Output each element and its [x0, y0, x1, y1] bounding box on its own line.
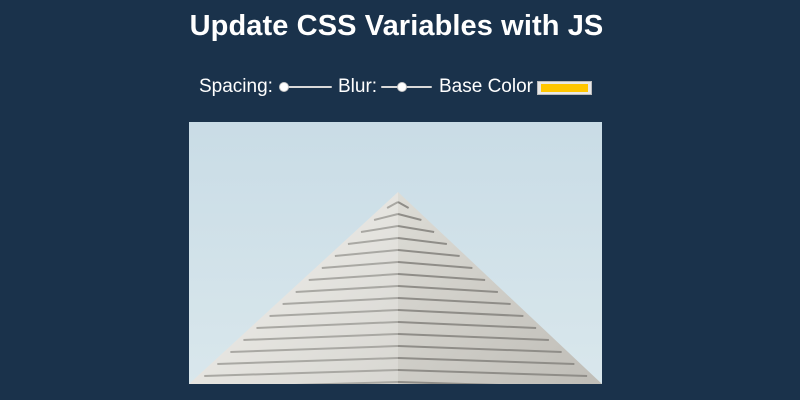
base-color-label: Base Color — [439, 76, 533, 97]
controls-bar: Spacing: Blur: Base Color — [0, 70, 800, 106]
spacing-slider[interactable] — [280, 78, 332, 96]
page-title: Update CSS Variables with JS — [189, 10, 604, 42]
blur-slider[interactable] — [381, 78, 432, 96]
base-color-swatch — [541, 84, 588, 92]
blur-slider-thumb[interactable] — [398, 83, 407, 91]
page: Update CSS Variables with JS Spacing: Bl… — [0, 0, 800, 400]
building-photo-icon — [189, 122, 602, 384]
spacing-slider-thumb[interactable] — [280, 83, 288, 91]
spacing-label: Spacing: — [199, 76, 273, 97]
blur-label: Blur: — [338, 76, 378, 97]
building-photo — [189, 122, 602, 384]
base-color-picker[interactable] — [537, 81, 592, 95]
blur-slider-track — [381, 86, 432, 88]
